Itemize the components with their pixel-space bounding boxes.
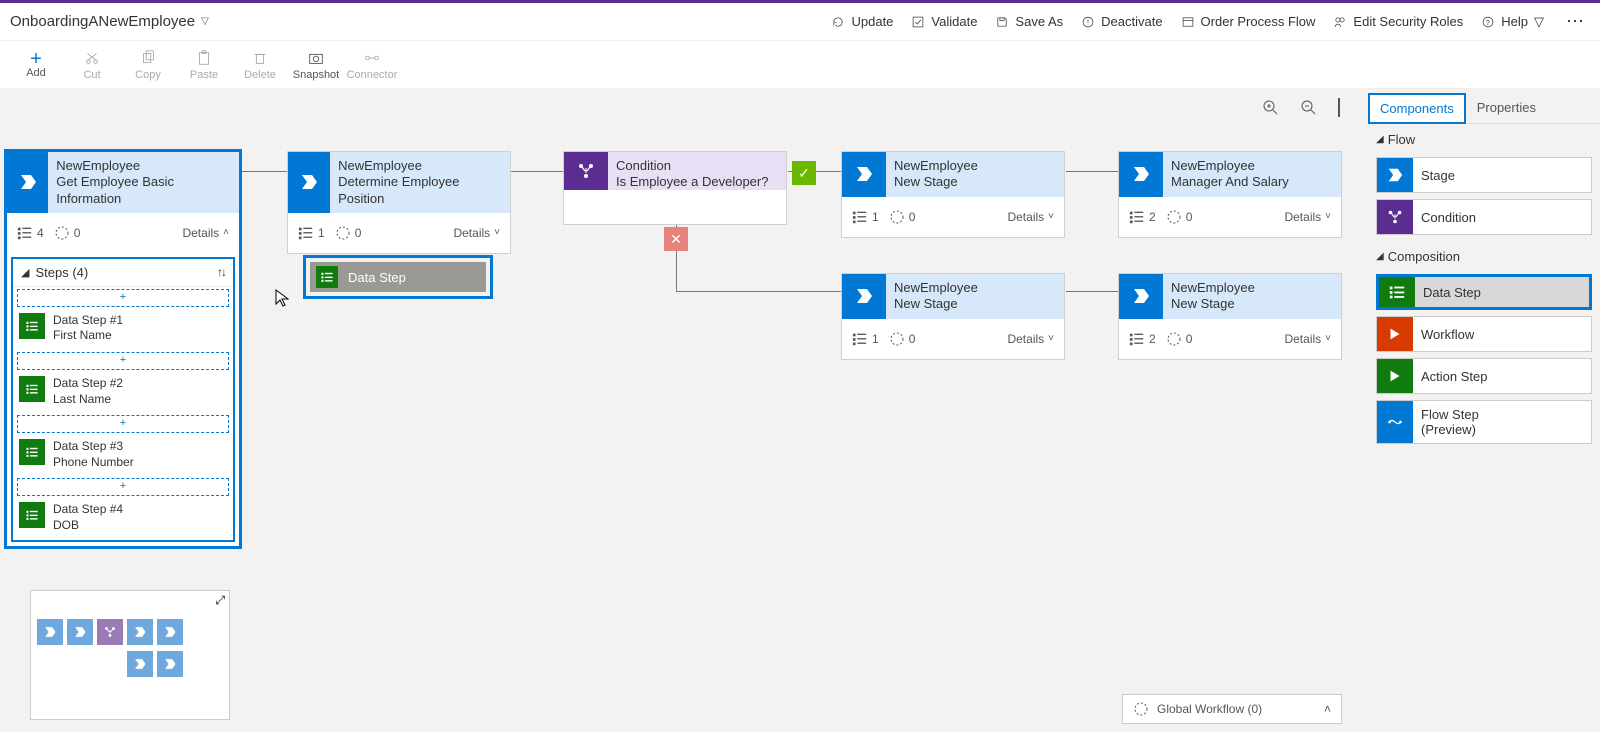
data-step-icon bbox=[19, 502, 45, 528]
stage-icon bbox=[842, 152, 886, 197]
section-composition[interactable]: ◢Composition bbox=[1368, 241, 1600, 268]
stage-name: Get Employee Basic Information bbox=[56, 174, 231, 207]
details-toggle[interactable]: Details˅ bbox=[1284, 332, 1331, 346]
tab-properties[interactable]: Properties bbox=[1466, 93, 1547, 124]
data-step-icon bbox=[19, 313, 45, 339]
steps-panel: ◢ Steps (4) ↑↓ + Data Step #1First Name … bbox=[11, 257, 235, 542]
stage-entity: NewEmployee bbox=[56, 158, 231, 174]
stage-icon bbox=[1377, 158, 1413, 192]
section-flow[interactable]: ◢Flow bbox=[1368, 124, 1600, 151]
chevron-up-icon: ˄ bbox=[223, 227, 229, 238]
connector bbox=[1066, 171, 1118, 172]
process-name: OnboardingANewEmployee bbox=[10, 13, 195, 30]
flow-canvas[interactable]: ✓ ✕ NewEmployee Get Employee Basic Infor… bbox=[0, 89, 1600, 732]
component-data-step[interactable]: Data Step bbox=[1376, 274, 1592, 310]
minimap[interactable]: ⤢ bbox=[30, 590, 230, 720]
update-button[interactable]: Update bbox=[831, 14, 893, 29]
condition-no-icon: ✕ bbox=[664, 227, 688, 251]
action-step-icon bbox=[1377, 359, 1413, 393]
step-item[interactable]: Data Step #1First Name bbox=[13, 309, 233, 350]
deactivate-button[interactable]: Deactivate bbox=[1081, 14, 1162, 29]
edit-security-roles-button[interactable]: Edit Security Roles bbox=[1333, 14, 1463, 29]
details-toggle[interactable]: Details˄ bbox=[182, 226, 229, 240]
add-step-slot[interactable]: + bbox=[17, 352, 229, 370]
minimap-stage-icon bbox=[37, 619, 63, 645]
data-step-icon bbox=[19, 376, 45, 402]
stage-icon bbox=[842, 274, 886, 319]
component-stage[interactable]: Stage bbox=[1376, 157, 1592, 193]
right-panel: Components Properties ◢Flow Stage Condit… bbox=[1368, 89, 1600, 732]
connector bbox=[676, 291, 841, 292]
step-item[interactable]: Data Step #3Phone Number bbox=[13, 435, 233, 476]
process-name-dropdown[interactable]: OnboardingANewEmployee ▽ bbox=[10, 13, 209, 30]
more-commands-button[interactable]: ⋯ bbox=[1562, 11, 1590, 32]
paste-button[interactable]: Paste bbox=[176, 45, 232, 84]
save-as-button[interactable]: Save As bbox=[995, 14, 1063, 29]
chevron-up-icon: ˄ bbox=[1324, 702, 1331, 716]
stage-tile[interactable]: NewEmployeeNew Stage 10Details˅ bbox=[841, 273, 1065, 360]
add-button[interactable]: +Add bbox=[8, 45, 64, 84]
snapshot-button[interactable]: Snapshot bbox=[288, 45, 344, 84]
tab-components[interactable]: Components bbox=[1368, 93, 1466, 124]
collapse-icon: ◢ bbox=[21, 266, 29, 279]
flow-step-icon bbox=[1377, 401, 1413, 443]
chevron-down-icon: ▽ bbox=[1534, 14, 1544, 30]
mouse-cursor-icon bbox=[275, 289, 289, 307]
stage-icon bbox=[1119, 274, 1163, 319]
condition-icon bbox=[1377, 200, 1413, 234]
expand-icon[interactable]: ⤢ bbox=[215, 593, 225, 608]
condition-icon bbox=[564, 152, 608, 190]
stage-icon bbox=[1119, 152, 1163, 197]
workflow-icon bbox=[1377, 317, 1413, 351]
condition-tile[interactable]: ConditionIs Employee a Developer? bbox=[563, 151, 787, 225]
details-toggle[interactable]: Details˅ bbox=[1007, 210, 1054, 224]
step-item[interactable]: Data Step #2Last Name bbox=[13, 372, 233, 413]
step-count: 4 bbox=[17, 225, 44, 241]
component-workflow[interactable]: Workflow bbox=[1376, 316, 1592, 352]
connector-button[interactable]: Connector bbox=[344, 45, 400, 84]
component-flow-step[interactable]: Flow Step (Preview) bbox=[1376, 400, 1592, 444]
details-toggle[interactable]: Details˅ bbox=[1007, 332, 1054, 346]
validate-button[interactable]: Validate bbox=[911, 14, 977, 29]
cut-button[interactable]: Cut bbox=[64, 45, 120, 84]
command-bar: OnboardingANewEmployee ▽ Update Validate… bbox=[0, 3, 1600, 41]
steps-header[interactable]: ◢ Steps (4) ↑↓ bbox=[13, 259, 233, 287]
stage-icon bbox=[288, 152, 330, 213]
data-step-icon bbox=[19, 439, 45, 465]
order-process-flow-button[interactable]: Order Process Flow bbox=[1181, 14, 1316, 29]
add-step-slot[interactable]: + bbox=[17, 415, 229, 433]
chevron-down-icon: ▽ bbox=[201, 16, 209, 27]
stage-tile[interactable]: NewEmployeeNew Stage 20Details˅ bbox=[1118, 273, 1342, 360]
drag-label: Data Step bbox=[348, 270, 406, 285]
delete-button[interactable]: Delete bbox=[232, 45, 288, 84]
condition-yes-icon: ✓ bbox=[792, 161, 816, 185]
stage-icon bbox=[7, 152, 48, 213]
step-item[interactable]: Data Step #4DOB bbox=[13, 498, 233, 539]
component-action-step[interactable]: Action Step bbox=[1376, 358, 1592, 394]
copy-button[interactable]: Copy bbox=[120, 45, 176, 84]
svg-text:?: ? bbox=[1486, 19, 1490, 26]
data-step-icon bbox=[316, 266, 338, 288]
stage-tile[interactable]: NewEmployeeNew Stage 10Details˅ bbox=[841, 151, 1065, 238]
designer-canvas-area: ✓ ✕ NewEmployee Get Employee Basic Infor… bbox=[0, 89, 1600, 732]
global-workflow-bar[interactable]: Global Workflow (0) ˄ bbox=[1122, 694, 1342, 724]
reorder-arrows-icon[interactable]: ↑↓ bbox=[217, 265, 225, 279]
workflow-count: 0 bbox=[54, 225, 81, 241]
connector bbox=[242, 171, 287, 172]
stage-tile-selected[interactable]: NewEmployee Get Employee Basic Informati… bbox=[4, 149, 242, 549]
connector bbox=[1066, 291, 1118, 292]
edit-toolbar: +Add Cut Copy Paste Delete Snapshot Conn… bbox=[0, 41, 1600, 89]
data-step-icon bbox=[1379, 277, 1415, 307]
connector bbox=[511, 171, 563, 172]
component-condition[interactable]: Condition bbox=[1376, 199, 1592, 235]
details-toggle[interactable]: Details˅ bbox=[1284, 210, 1331, 224]
help-button[interactable]: ?Help▽ bbox=[1481, 14, 1544, 30]
stage-tile[interactable]: NewEmployeeManager And Salary 20Details˅ bbox=[1118, 151, 1342, 238]
add-step-slot[interactable]: + bbox=[17, 478, 229, 496]
add-step-slot[interactable]: + bbox=[17, 289, 229, 307]
minimap-condition-icon bbox=[97, 619, 123, 645]
stage-tile[interactable]: NewEmployeeDetermine Employee Position 1… bbox=[287, 151, 511, 254]
details-toggle[interactable]: Details˅ bbox=[453, 226, 500, 240]
dragged-component[interactable]: Data Step bbox=[303, 255, 493, 299]
